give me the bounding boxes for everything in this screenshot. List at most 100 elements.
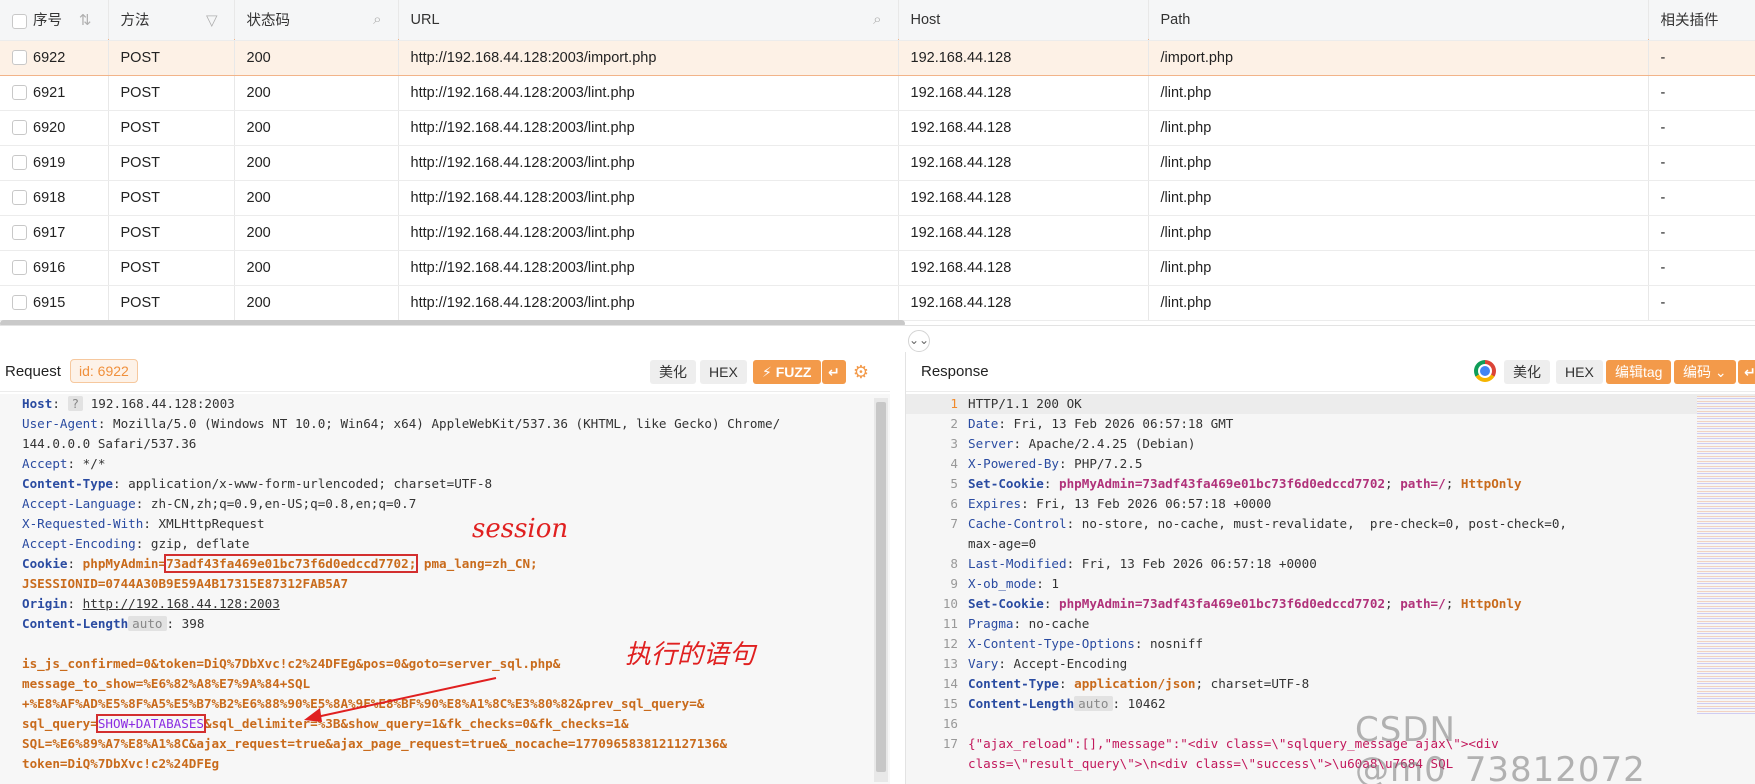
response-header: Response 美化 HEX 编辑tag 编码 ⌄ ↵ bbox=[906, 352, 1755, 392]
header-name: Content-Type bbox=[22, 476, 113, 491]
help-icon: ? bbox=[67, 396, 84, 411]
beautify-button[interactable]: 美化 bbox=[650, 360, 696, 384]
code-token: : bbox=[67, 596, 83, 611]
row-checkbox[interactable] bbox=[12, 260, 27, 276]
cell-path: /lint.php bbox=[1148, 75, 1649, 111]
col-header-url[interactable]: URL ⌕ bbox=[398, 0, 899, 41]
cell-plugin: - bbox=[1648, 110, 1755, 146]
request-history-table: 序号 ⇅ 方法 ▽ 状态码 ⌕ URL ⌕ Host Path 相关插件 6922 POS… bbox=[0, 0, 1755, 326]
request-line: User-Agent: Mozilla/5.0 (Windows NT 10.0… bbox=[0, 414, 890, 434]
collapse-toggle-button[interactable]: ⌄⌄ bbox=[908, 330, 930, 352]
request-line: is_js_confirmed=0&token=DiQ%7DbXvc!c2%24… bbox=[0, 654, 890, 674]
encoding-dropdown[interactable]: 编码 ⌄ bbox=[1674, 360, 1736, 384]
table-row[interactable]: 6918 POST 200 http://192.168.44.128:2003/li… bbox=[0, 180, 1755, 216]
code-token: SQL=%E6%89%A7%E8%A1%8C&ajax_request=true… bbox=[22, 736, 728, 751]
row-checkbox[interactable] bbox=[12, 295, 27, 311]
cell-plugin: - bbox=[1648, 250, 1755, 286]
row-checkbox[interactable] bbox=[12, 155, 27, 171]
table-row[interactable]: 6922 POST 200 http://192.168.44.128:2003/im… bbox=[0, 39, 1755, 76]
row-checkbox[interactable] bbox=[12, 190, 27, 206]
col-header-status[interactable]: 状态码 ⌕ bbox=[234, 0, 399, 41]
fuzz-button[interactable]: ⚡ FUZZ bbox=[753, 360, 821, 384]
row-checkbox[interactable] bbox=[12, 50, 27, 66]
beautify-button[interactable]: 美化 bbox=[1504, 360, 1550, 384]
line-number: 14 bbox=[942, 676, 958, 691]
row-checkbox[interactable] bbox=[12, 85, 27, 101]
line-number: 11 bbox=[942, 616, 958, 631]
cell-status: 200 bbox=[234, 285, 399, 321]
request-line: Host: ? 192.168.44.128:2003 bbox=[0, 394, 890, 414]
header-name: Set-Cookie bbox=[968, 476, 1044, 491]
cell-plugin: - bbox=[1648, 75, 1755, 111]
wrap-icon[interactable]: ↵ bbox=[1738, 360, 1755, 384]
code-token: sql_query= bbox=[22, 716, 98, 731]
cell-plugin: - bbox=[1648, 215, 1755, 251]
response-minimap[interactable] bbox=[1697, 396, 1755, 716]
code-token: : Fri, 13 Feb 2026 06:57:18 GMT bbox=[998, 416, 1234, 431]
header-name: Cookie bbox=[22, 556, 68, 571]
code-token: 144.0.0.0 Safari/537.36 bbox=[22, 436, 197, 451]
cell-url: http://192.168.44.128:2003/lint.php bbox=[398, 145, 899, 181]
table-row[interactable]: 6915 POST 200 http://192.168.44.128:2003/li… bbox=[0, 285, 1755, 321]
cell-host: 192.168.44.128 bbox=[898, 215, 1149, 251]
header-name: Cache-Control bbox=[968, 516, 1067, 531]
code-token: is_js_confirmed=0&token=DiQ%7DbXvc!c2%24… bbox=[22, 656, 561, 671]
chrome-icon[interactable] bbox=[1474, 360, 1496, 382]
cell-method: POST bbox=[108, 40, 235, 76]
table-row[interactable]: 6920 POST 200 http://192.168.44.128:2003/li… bbox=[0, 110, 1755, 146]
row-checkbox[interactable] bbox=[12, 225, 27, 241]
cell-method: POST bbox=[108, 215, 235, 251]
header-name: Date bbox=[968, 416, 999, 431]
header-name: Content-Length bbox=[22, 616, 129, 631]
gear-icon[interactable]: ⚙ bbox=[849, 360, 873, 384]
hex-button[interactable]: HEX bbox=[1556, 360, 1603, 384]
request-line: Cookie: phpMyAdmin=73adf43fa469e01bc73f6… bbox=[0, 554, 890, 574]
sort-icon[interactable]: ⇅ bbox=[79, 11, 92, 29]
code-token: : Accept-Encoding bbox=[998, 656, 1128, 671]
code-token: ; bbox=[1445, 596, 1461, 611]
request-scrollbar[interactable] bbox=[874, 398, 888, 782]
horizontal-scrollbar[interactable] bbox=[0, 320, 905, 325]
cell-plugin: - bbox=[1648, 180, 1755, 216]
filter-icon[interactable]: ▽ bbox=[206, 11, 218, 29]
col-header-id[interactable]: 序号 ⇅ bbox=[0, 0, 109, 41]
table-row[interactable]: 6921 POST 200 http://192.168.44.128:2003/li… bbox=[0, 75, 1755, 111]
col-header-method[interactable]: 方法 ▽ bbox=[108, 0, 235, 41]
select-all-checkbox[interactable] bbox=[12, 13, 27, 29]
code-token: : Mozilla/5.0 (Windows NT 10.0; Win64; x… bbox=[97, 416, 781, 431]
search-icon[interactable]: ⌕ bbox=[873, 11, 881, 28]
col-header-path[interactable]: Path bbox=[1148, 0, 1649, 41]
code-token: message_to_show=%E6%82%A8%E7%9A%84+SQL bbox=[22, 676, 311, 691]
row-id: 6921 bbox=[33, 84, 66, 101]
response-line: 2 Date: Fri, 13 Feb 2026 06:57:18 GMT bbox=[906, 414, 1755, 434]
col-header-plugins[interactable]: 相关插件 bbox=[1648, 0, 1755, 41]
cell-path: /import.php bbox=[1148, 40, 1649, 76]
table-row[interactable]: 6917 POST 200 http://192.168.44.128:2003/li… bbox=[0, 215, 1755, 251]
header-name: Vary bbox=[968, 656, 999, 671]
header-name: Origin bbox=[22, 596, 68, 611]
code-token: pma_lang=zh_CN; bbox=[416, 556, 538, 571]
cell-host: 192.168.44.128 bbox=[898, 285, 1149, 321]
hex-button[interactable]: HEX bbox=[700, 360, 747, 384]
cell-id: 6919 bbox=[0, 145, 109, 181]
cell-path: /lint.php bbox=[1148, 110, 1649, 146]
line-number: 8 bbox=[950, 556, 958, 571]
code-token: ; charset=UTF-8 bbox=[1195, 676, 1310, 691]
code-token: application/x-www-form-urlencoded bbox=[128, 476, 379, 491]
cell-status: 200 bbox=[234, 75, 399, 111]
wrap-icon[interactable]: ↵ bbox=[822, 360, 846, 384]
code-token: : no-store, no-cache, must-revalidate, p… bbox=[1066, 516, 1567, 531]
row-checkbox[interactable] bbox=[12, 120, 27, 136]
sql-query-value: SHOW+DATABASES bbox=[95, 714, 206, 733]
table-row[interactable]: 6919 POST 200 http://192.168.44.128:2003/li… bbox=[0, 145, 1755, 181]
line-number: 10 bbox=[942, 596, 958, 611]
code-token: : Fri, 13 Feb 2026 06:57:18 +0000 bbox=[1021, 496, 1272, 511]
table-row[interactable]: 6916 POST 200 http://192.168.44.128:2003/li… bbox=[0, 250, 1755, 286]
header-name: Last-Modified bbox=[968, 556, 1067, 571]
cell-method: POST bbox=[108, 145, 235, 181]
edit-tag-button[interactable]: 编辑tag bbox=[1606, 360, 1672, 384]
line-number: 12 bbox=[942, 636, 958, 651]
col-header-host[interactable]: Host bbox=[898, 0, 1149, 41]
cell-host: 192.168.44.128 bbox=[898, 180, 1149, 216]
search-icon[interactable]: ⌕ bbox=[373, 11, 381, 28]
